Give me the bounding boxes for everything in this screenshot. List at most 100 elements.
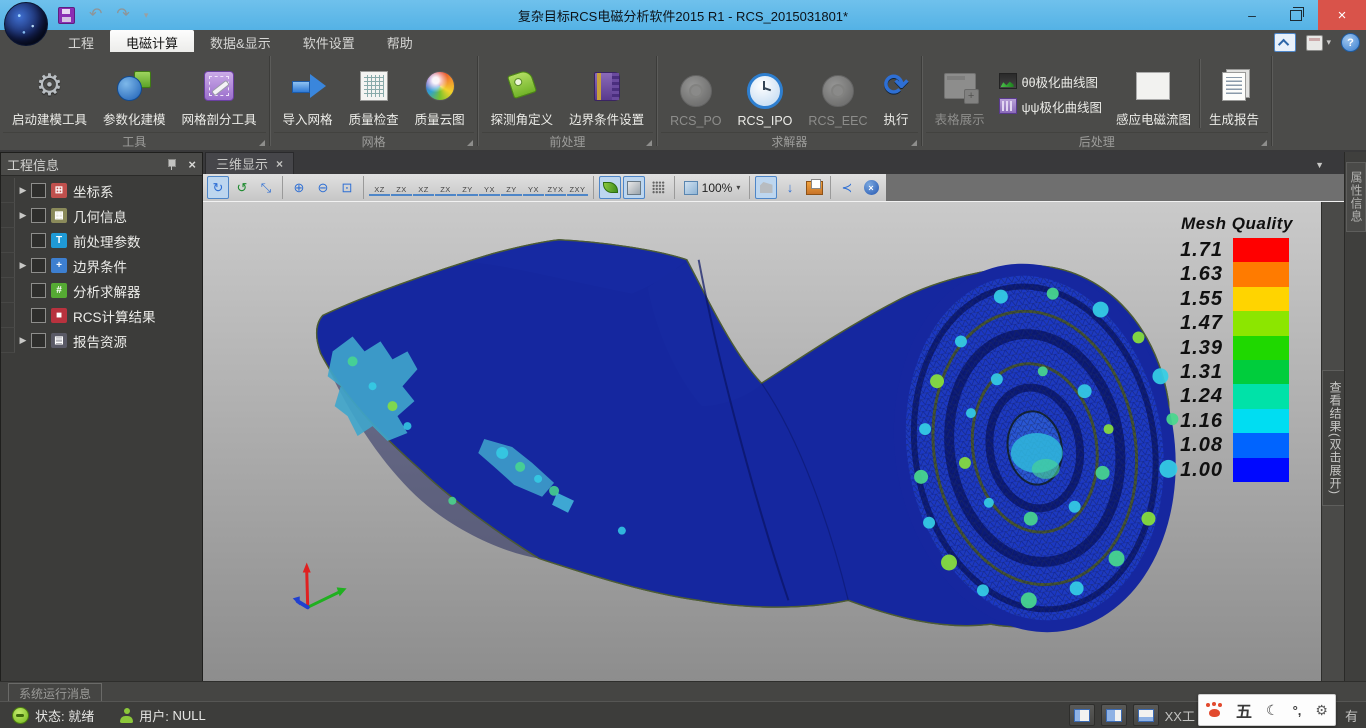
mesh-partition-tool-button[interactable]: 网格剖分工具 [174, 55, 265, 132]
ime-mode-button[interactable]: 五 [1236, 698, 1252, 722]
legend-title: Mesh Quality [1161, 214, 1313, 234]
view-orientation-button[interactable]: YX [523, 179, 544, 196]
tree-item[interactable]: ▶ ⊞ 坐标系 [1, 178, 202, 203]
ime-fullhalf-moon-icon[interactable]: ☾ [1266, 702, 1279, 719]
view-orientation-button[interactable]: XZ [413, 179, 434, 196]
restore-button[interactable] [1274, 0, 1318, 30]
psi-polarization-curve-button[interactable]: ψψ极化曲线图 [999, 97, 1102, 116]
window-menu-caret-icon[interactable]: ▾ [1326, 37, 1331, 48]
zoom-level-select[interactable]: 100% ▾ [680, 176, 744, 199]
view-orientation-button[interactable]: ZY [501, 179, 522, 196]
layout-bottom-button[interactable] [1133, 704, 1159, 726]
tree-item[interactable]: ▶ ▤ 报告资源 [1, 328, 202, 353]
tree-item[interactable]: ▶ + 边界条件 [1, 253, 202, 278]
view-orientation-button[interactable]: ZXY [567, 179, 588, 196]
tree-checkbox[interactable] [31, 208, 46, 223]
view-orientation-button[interactable]: ZYX [545, 179, 566, 196]
flow-share-icon[interactable]: ≺ [836, 176, 858, 199]
view-orientation-button[interactable]: YX [479, 179, 500, 196]
export-down-icon[interactable]: ↓ [779, 176, 801, 199]
view-orientation-button[interactable]: XZ [369, 179, 390, 196]
clip-plane-icon[interactable] [755, 176, 777, 199]
tree-item-label: 前处理参数 [73, 231, 141, 251]
tree-item[interactable]: ■ RCS计算结果 [1, 303, 202, 328]
generate-report-button[interactable]: 生成报告 [1201, 55, 1267, 132]
tab-project[interactable]: 工程 [52, 30, 110, 52]
view-orientation-button[interactable]: ZX [391, 179, 412, 196]
tree-checkbox[interactable] [31, 183, 46, 198]
wireframe-mode-icon[interactable] [647, 176, 669, 199]
dialog-launcher-icon[interactable] [911, 140, 917, 146]
3d-viewport[interactable]: Mesh Quality 1.71 1.63 1.55 [203, 202, 1321, 682]
tree-checkbox[interactable] [31, 333, 46, 348]
quality-check-button[interactable]: 质量检查 [341, 55, 407, 132]
layout-wide-button[interactable] [1101, 704, 1127, 726]
zoom-caret-icon: ▾ [736, 183, 740, 192]
rotate-tool-icon[interactable]: ↻ [207, 176, 229, 199]
tab-data-display[interactable]: 数据&显示 [194, 30, 287, 52]
mesh-model [203, 202, 1321, 682]
surface-mode-icon[interactable] [623, 176, 645, 199]
tree-checkbox[interactable] [31, 308, 46, 323]
boundary-condition-button[interactable]: 边界条件设置 [561, 55, 652, 132]
snapshot-folder-icon[interactable] [803, 176, 825, 199]
tree-item[interactable]: ▶ ▦ 几何信息 [1, 203, 202, 228]
zoom-out-icon[interactable]: ⊖ [312, 176, 334, 199]
pan-tool-icon[interactable]: ⤡ [255, 176, 277, 199]
system-message-tab[interactable]: 系统运行消息 [8, 683, 102, 702]
close-button[interactable]: × [1318, 0, 1366, 30]
panel-close-icon[interactable]: × [188, 157, 196, 172]
dialog-launcher-icon[interactable] [467, 140, 473, 146]
expander-icon[interactable]: ▶ [15, 210, 31, 221]
tab-3d-display[interactable]: 三维显示 × [205, 152, 294, 174]
dialog-launcher-icon[interactable] [259, 140, 265, 146]
induced-current-map-button[interactable]: 感应电磁流图 [1108, 55, 1199, 132]
expander-icon[interactable]: ▶ [15, 260, 31, 271]
spin-tool-icon[interactable]: ↺ [231, 176, 253, 199]
tab-em-computation[interactable]: 电磁计算 [110, 30, 194, 52]
quality-contour-button[interactable]: 质量云图 [407, 55, 473, 132]
tab-list-caret-icon[interactable]: ▼ [1315, 160, 1324, 170]
launch-modeling-tool-button[interactable]: ⚙ 启动建模工具 [4, 55, 95, 132]
tree-item-icon: # [51, 283, 67, 298]
tree-checkbox[interactable] [31, 258, 46, 273]
minimize-button[interactable]: – [1230, 0, 1274, 30]
shaded-mode-icon[interactable] [599, 176, 621, 199]
tab-software-settings[interactable]: 软件设置 [287, 30, 371, 52]
app-logo-icon[interactable] [4, 2, 48, 46]
window-menu-icon[interactable] [1306, 35, 1323, 51]
ime-settings-gear-icon[interactable]: ⚙ [1315, 702, 1328, 719]
legend-entry: 1.00 [1161, 458, 1313, 482]
theta-polarization-curve-button[interactable]: θθ极化曲线图 [999, 72, 1102, 91]
property-info-tab[interactable]: 属性信息 [1346, 162, 1366, 232]
probe-angle-button[interactable]: 探测角定义 [483, 55, 562, 132]
dialog-launcher-icon[interactable] [646, 140, 652, 146]
expander-icon[interactable]: ▶ [15, 335, 31, 346]
dialog-launcher-icon[interactable] [1261, 140, 1267, 146]
layout-left-button[interactable] [1069, 704, 1095, 726]
tree-item[interactable]: T 前处理参数 [1, 228, 202, 253]
pin-icon[interactable] [166, 158, 176, 170]
view-results-tab[interactable]: 查看结果(双击展开) [1322, 370, 1345, 506]
zoom-in-icon[interactable]: ⊕ [288, 176, 310, 199]
zoom-fit-icon[interactable]: ⊡ [336, 176, 358, 199]
parametric-modeling-button[interactable]: 参数化建模 [95, 55, 174, 132]
tab-help[interactable]: 帮助 [371, 30, 429, 52]
help-icon[interactable]: ? [1341, 33, 1360, 52]
tree-checkbox[interactable] [31, 233, 46, 248]
collapse-ribbon-icon[interactable] [1274, 33, 1296, 52]
ime-punctuation-button[interactable]: °, [1293, 703, 1302, 718]
tree-checkbox[interactable] [31, 283, 46, 298]
view-orientation-button[interactable]: ZY [457, 179, 478, 196]
view-orientation-button[interactable]: ZX [435, 179, 456, 196]
expander-icon[interactable]: ▶ [15, 185, 31, 196]
execute-button[interactable]: ⟳ 执行 [875, 55, 916, 132]
rcs-ipo-button[interactable]: RCS_IPO [730, 55, 801, 132]
import-mesh-button[interactable]: 导入网格 [275, 55, 341, 132]
import-arrow-icon [292, 74, 324, 98]
tab-close-icon[interactable]: × [276, 157, 283, 171]
ime-brand-paw-icon[interactable] [1206, 703, 1222, 717]
cancel-view-icon[interactable]: × [860, 176, 882, 199]
tree-item[interactable]: # 分析求解器 [1, 278, 202, 303]
tree-item-label: 分析求解器 [73, 281, 141, 301]
